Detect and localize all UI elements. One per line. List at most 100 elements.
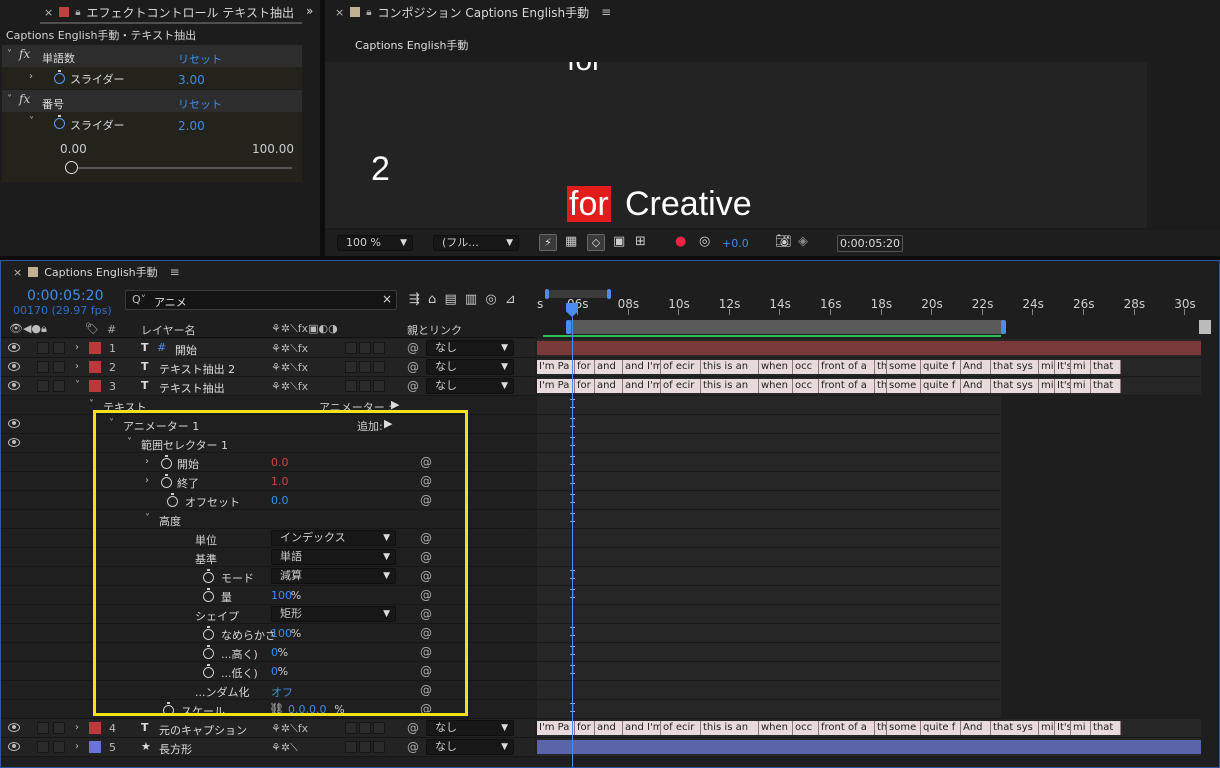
- caption-keyframe-segment[interactable]: front of a: [819, 721, 875, 735]
- timeline-track[interactable]: I: [537, 624, 1201, 643]
- parent-dropdown[interactable]: なし ▼: [426, 720, 514, 736]
- caption-keyframe-segment[interactable]: mi: [1039, 379, 1055, 393]
- solo-switch[interactable]: [37, 741, 49, 753]
- play-circle-icon[interactable]: ▶: [384, 417, 392, 430]
- snapshot-camera-icon[interactable]: 📷︎: [775, 234, 792, 249]
- stopwatch-icon[interactable]: [203, 588, 214, 602]
- layer-name[interactable]: テキスト抽出 2: [159, 361, 235, 377]
- param-value[interactable]: 3.00: [178, 73, 205, 87]
- expression-pickwhip-icon[interactable]: @: [420, 645, 432, 659]
- timeline-track[interactable]: I: [537, 491, 1201, 510]
- property-dropdown[interactable]: 矩形 ▼: [271, 606, 396, 622]
- layer-label-color[interactable]: [89, 361, 101, 373]
- exposure-value[interactable]: +0.0: [722, 237, 749, 250]
- fx-icon[interactable]: fx: [19, 92, 30, 106]
- effect-controls-tab-title[interactable]: エフェクトコントロール テキスト抽出: [87, 4, 294, 21]
- graph-editor-icon[interactable]: ⊿: [505, 292, 516, 307]
- visibility-eye-icon[interactable]: [8, 381, 20, 390]
- layer-label-color[interactable]: [89, 380, 101, 392]
- viewer-timecode[interactable]: 0:00:05:20: [837, 235, 903, 252]
- layer-name[interactable]: 長方形: [159, 741, 192, 757]
- caption-keyframe-segment[interactable]: And: [961, 721, 991, 735]
- clear-search-icon[interactable]: ×: [382, 292, 392, 306]
- property-row[interactable]: 量 100% @: [1, 586, 535, 605]
- close-tab-icon[interactable]: ×: [44, 6, 53, 19]
- time-ruler[interactable]: s06s08s10s12s14s16s18s20s22s24s26s28s30s: [537, 285, 1211, 339]
- adjustment-switch[interactable]: [359, 361, 371, 373]
- layer-name[interactable]: 元のキャプション: [159, 722, 247, 738]
- collapse-chevron-icon[interactable]: ˅: [127, 437, 132, 448]
- motion-blur-switch[interactable]: [345, 361, 357, 373]
- timeline-timecode[interactable]: 0:00:05:20: [27, 288, 104, 304]
- caption-keyframe-segment[interactable]: And: [961, 360, 991, 374]
- pickwhip-icon[interactable]: @: [407, 379, 419, 393]
- parent-dropdown[interactable]: なし ▼: [426, 739, 514, 755]
- layer-row[interactable]: ˅ 3 T テキスト抽出 ⚘✲⟍fx @ なし ▼: [1, 377, 535, 396]
- visibility-eye-icon[interactable]: [8, 419, 20, 428]
- property-row[interactable]: シェイプ 矩形 ▼ @: [1, 605, 535, 624]
- caption-keyframe-segment[interactable]: that: [1091, 360, 1121, 374]
- stopwatch-icon[interactable]: [167, 493, 178, 507]
- expression-pickwhip-icon[interactable]: @: [420, 626, 432, 640]
- composition-tab-title[interactable]: コンポジション Captions English手動: [378, 4, 590, 21]
- zoom-dropdown[interactable]: 100 % ▼: [337, 235, 413, 251]
- property-dropdown[interactable]: 減算 ▼: [271, 568, 396, 584]
- caption-keyframe-segment[interactable]: this is an: [701, 721, 759, 735]
- property-row[interactable]: ...高く) 0% @: [1, 643, 535, 662]
- layer-switches-icons[interactable]: ⚘✲⟍fx: [271, 380, 308, 394]
- lock-icon[interactable]: 🔒︎: [75, 7, 80, 18]
- layer-name[interactable]: テキスト抽出: [159, 380, 225, 396]
- 3d-switch[interactable]: [373, 741, 385, 753]
- channel-rgb-icon[interactable]: ●: [675, 234, 686, 249]
- layer-label-color[interactable]: [89, 342, 101, 354]
- expression-pickwhip-icon[interactable]: @: [420, 607, 432, 621]
- visibility-eye-icon[interactable]: [8, 343, 20, 352]
- timeline-track[interactable]: I: [537, 415, 1201, 434]
- caption-keyframe-segment[interactable]: mi: [1071, 360, 1091, 374]
- layer-switches-icons[interactable]: ⚘✲⟍fx: [271, 722, 308, 736]
- collapse-chevron-icon[interactable]: ˅: [89, 399, 94, 410]
- caption-keyframe-segment[interactable]: for: [575, 721, 595, 735]
- timeline-track[interactable]: I: [537, 567, 1201, 586]
- timeline-track[interactable]: [537, 548, 1201, 567]
- visibility-eye-icon[interactable]: [8, 742, 20, 751]
- collapse-chevron-icon[interactable]: ˅: [7, 49, 12, 60]
- property-menu-label[interactable]: アニメーター :: [319, 399, 392, 415]
- expression-pickwhip-icon[interactable]: @: [420, 493, 432, 507]
- timeline-track[interactable]: I: [537, 510, 1201, 529]
- expand-chevron-icon[interactable]: ›: [145, 456, 149, 467]
- caption-keyframe-segment[interactable]: for: [575, 360, 595, 374]
- caption-keyframe-segment[interactable]: and I'm: [623, 379, 661, 393]
- panel-menu-icon[interactable]: ≡: [601, 5, 611, 19]
- expression-pickwhip-icon[interactable]: @: [420, 702, 432, 716]
- caption-keyframe-segment[interactable]: occ: [793, 360, 819, 374]
- slider-track[interactable]: [72, 167, 292, 169]
- transparency-grid-icon[interactable]: ▦: [565, 234, 577, 249]
- property-row[interactable]: › 終了 1.0 @: [1, 472, 535, 491]
- solo-switch[interactable]: [37, 361, 49, 373]
- stopwatch-icon[interactable]: [203, 645, 214, 659]
- expression-pickwhip-icon[interactable]: @: [420, 531, 432, 545]
- expression-pickwhip-icon[interactable]: @: [420, 569, 432, 583]
- caption-keyframe-segment[interactable]: of ecir: [661, 721, 701, 735]
- property-value[interactable]: 100: [271, 589, 292, 602]
- expression-pickwhip-icon[interactable]: @: [420, 550, 432, 564]
- comp-viewer-canvas[interactable]: for 2 for Creative: [325, 62, 1147, 228]
- comp-flowchart-icon[interactable]: ⇶: [409, 292, 420, 307]
- caption-keyframe-segment[interactable]: and: [595, 721, 623, 735]
- lock-switch[interactable]: [53, 722, 65, 734]
- show-snapshot-icon[interactable]: ◈: [798, 234, 808, 249]
- effect-row-word-count[interactable]: ˅ fx 単語数 リセット: [2, 45, 302, 67]
- layer-row[interactable]: › 1 T # 開始 ⚘✲⟍fx @ なし ▼: [1, 339, 535, 358]
- param-value[interactable]: 2.00: [178, 119, 205, 133]
- caption-keyframe-segment[interactable]: occ: [793, 379, 819, 393]
- solo-switch[interactable]: [37, 342, 49, 354]
- timeline-track[interactable]: I: [537, 643, 1201, 662]
- expand-chevron-icon[interactable]: ›: [29, 71, 33, 82]
- property-value[interactable]: 1.0: [271, 475, 289, 488]
- stopwatch-icon[interactable]: [161, 474, 172, 488]
- caption-keyframe-segment[interactable]: It's: [1055, 721, 1071, 735]
- property-row[interactable]: ...ンダム化 オフ @: [1, 681, 535, 700]
- collapse-chevron-icon[interactable]: ˅: [29, 116, 34, 127]
- lock-switch[interactable]: [53, 342, 65, 354]
